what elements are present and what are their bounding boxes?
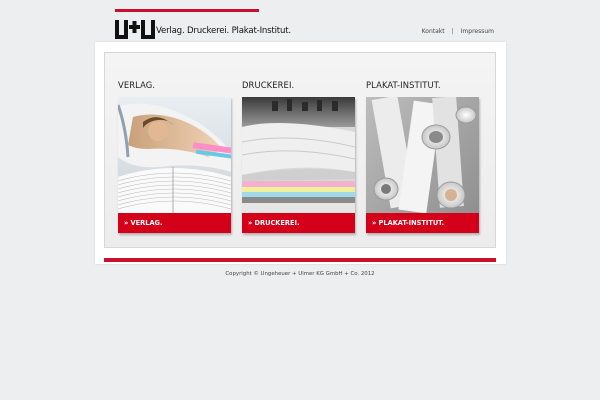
section-title-druckerei: DRUCKEREI. <box>242 80 295 90</box>
nav-separator: | <box>451 28 454 35</box>
logo-red-bar <box>115 9 259 12</box>
brand-tagline: Verlag. Druckerei. Plakat-Institut. <box>156 26 291 36</box>
company-logo[interactable]: Verlag. Druckerei. Plakat-Institut. <box>115 9 291 39</box>
uu-logo-mark-icon <box>115 20 155 39</box>
main-card: VERLAG. » VERLAG. DRUCKEREI. » DRUCKEREI… <box>95 42 506 264</box>
top-navigation: Kontakt | Impressum <box>422 28 494 35</box>
sections-panel: VERLAG. » VERLAG. DRUCKEREI. » DRUCKEREI… <box>104 52 496 248</box>
section-title-verlag: VERLAG. <box>118 80 156 90</box>
tile-druckerei[interactable]: » DRUCKEREI. <box>242 97 355 233</box>
plakat-institut-button[interactable]: » PLAKAT-INSTITUT. <box>366 213 479 233</box>
tile-plakat-institut[interactable]: » PLAKAT-INSTITUT. <box>366 97 479 233</box>
nav-link-impressum[interactable]: Impressum <box>461 28 494 35</box>
card-bottom-red-line <box>104 258 496 262</box>
section-title-plakat-institut: PLAKAT-INSTITUT. <box>366 80 441 90</box>
tile-verlag[interactable]: » VERLAG. <box>118 97 231 233</box>
druckerei-button[interactable]: » DRUCKEREI. <box>242 213 355 233</box>
nav-link-kontakt[interactable]: Kontakt <box>422 28 445 35</box>
verlag-button[interactable]: » VERLAG. <box>118 213 231 233</box>
footer-copyright: Copyright © Ungeheuer + Ulmer KG GmbH + … <box>225 271 375 277</box>
